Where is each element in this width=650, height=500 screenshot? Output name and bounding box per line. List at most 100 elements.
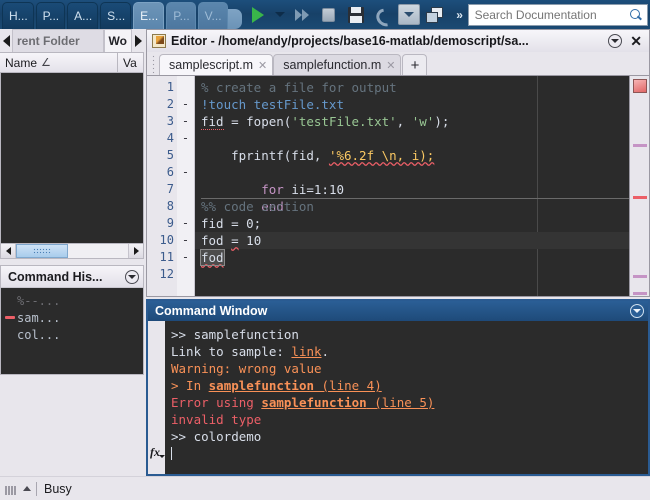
fx-icon[interactable]: fx — [150, 445, 165, 460]
workspace-column-name[interactable]: Name ∠ — [0, 53, 118, 72]
output-hyperlink[interactable]: samplefunction — [261, 395, 366, 410]
output-hyperlink[interactable]: (line 5) — [367, 395, 434, 410]
code-line[interactable]: fid = fopen('testFile.txt', 'w'); — [195, 113, 629, 130]
close-icon[interactable]: ✕ — [258, 59, 267, 72]
stop-icon[interactable] — [317, 3, 341, 27]
code-line[interactable]: fod — [195, 249, 629, 266]
layout-dropdown-icon[interactable] — [397, 4, 420, 25]
history-marker — [5, 316, 17, 319]
panel-tab-workspace[interactable]: Wo — [103, 29, 132, 52]
code-text-area[interactable]: % create a file for output !touch testFi… — [195, 76, 629, 296]
breakpoint-slot[interactable]: - — [177, 215, 194, 232]
scrollbar-track[interactable] — [16, 244, 128, 258]
panel-menu-icon[interactable] — [630, 304, 644, 318]
scroll-left-icon[interactable] — [0, 29, 12, 52]
analyzer-mark[interactable] — [633, 144, 647, 147]
code-token-comment: % create a file for output — [201, 80, 397, 95]
tab-strip-drag-handle[interactable] — [150, 54, 157, 75]
workspace-horizontal-scrollbar[interactable] — [0, 243, 144, 259]
undo-icon[interactable] — [371, 3, 395, 27]
breakpoint-slot[interactable] — [177, 79, 194, 96]
code-analyzer-status-icon[interactable] — [633, 79, 647, 93]
search-icon[interactable] — [629, 8, 643, 22]
code-line[interactable]: fod = 10 — [195, 232, 629, 249]
new-tab-button[interactable]: + — [402, 54, 428, 75]
scroll-right-icon[interactable] — [132, 29, 144, 52]
ribbon-tab-view[interactable]: V... — [197, 2, 228, 29]
editor-tab-samplescript[interactable]: samplescript.m ✕ — [159, 54, 274, 75]
breakpoint-slot[interactable]: - — [177, 249, 194, 266]
ribbon-tab-editor[interactable]: E... — [133, 2, 165, 29]
list-item[interactable]: %--... — [1, 292, 143, 309]
command-window-title-bar: Command Window — [148, 301, 648, 321]
code-line[interactable]: % create a file for output — [195, 79, 629, 96]
editor-tab-samplefunction[interactable]: samplefunction.m ✕ — [273, 54, 402, 75]
status-menu-icon[interactable] — [23, 486, 31, 491]
breakpoint-gutter[interactable]: - - - - - - - — [177, 76, 195, 296]
breakpoint-slot[interactable]: - — [177, 113, 194, 130]
ribbon-tab-publish[interactable]: P... — [166, 2, 196, 29]
output-hyperlink[interactable]: samplefunction — [209, 378, 314, 393]
code-line[interactable]: %% code section — [195, 198, 629, 215]
breakpoint-slot[interactable]: - — [177, 164, 194, 181]
code-line[interactable]: !touch testFile.txt — [195, 96, 629, 113]
search-documentation-field[interactable] — [467, 4, 648, 26]
scrollbar-right-arrow-icon[interactable] — [128, 244, 143, 258]
search-input[interactable] — [474, 8, 630, 22]
run-dropdown-icon[interactable] — [273, 3, 287, 27]
command-input-line[interactable] — [171, 445, 648, 462]
code-token-plain: = fopen( — [223, 114, 292, 129]
scrollbar-thumb[interactable] — [16, 244, 68, 258]
editor-menu-icon[interactable] — [608, 34, 623, 48]
code-line[interactable] — [195, 181, 629, 198]
analyzer-mark[interactable] — [633, 196, 647, 199]
command-window-body[interactable]: fx >> samplefunction Link to sample: lin… — [148, 321, 648, 474]
workspace-column-value[interactable]: Va — [118, 53, 144, 72]
code-line[interactable]: fid = 0; — [195, 215, 629, 232]
breakpoint-slot[interactable]: - — [177, 130, 194, 147]
panel-tab-current-folder[interactable]: rent Folder — [12, 29, 104, 52]
code-token-plain: , — [396, 114, 412, 129]
panel-menu-icon[interactable] — [125, 269, 139, 284]
code-line[interactable]: end — [195, 164, 629, 214]
resize-handle-icon[interactable] — [5, 483, 21, 495]
list-item[interactable]: sam... — [1, 309, 143, 326]
list-item[interactable]: col... — [1, 326, 143, 343]
toolbar-overflow-button[interactable]: » — [450, 3, 468, 27]
breakpoint-slot[interactable]: - — [177, 96, 194, 113]
ribbon-tab-overflow-nub[interactable] — [227, 9, 242, 29]
ribbon-tab-plots[interactable]: P... — [35, 2, 66, 29]
close-icon[interactable]: ✕ — [627, 34, 645, 48]
breakpoint-slot[interactable] — [177, 181, 194, 198]
breakpoint-slot[interactable]: - — [177, 232, 194, 249]
ribbon-tab-apps[interactable]: A... — [67, 2, 99, 29]
code-token-format-string: '%6.2f \n, i); — [328, 148, 435, 163]
line-number: 3 — [166, 114, 174, 128]
window-stack-icon[interactable] — [423, 3, 447, 27]
analyzer-mark[interactable] — [633, 292, 647, 295]
ribbon-tab-shortcuts-label: S... — [107, 9, 126, 23]
code-token-operator: = — [231, 233, 239, 248]
ribbon-tab-home[interactable]: H... — [2, 2, 34, 29]
workspace-table-body[interactable] — [0, 73, 144, 243]
code-line[interactable]: fprintf(fid, '%6.2f \n, i); — [195, 147, 629, 164]
step-icon[interactable] — [290, 3, 314, 27]
output-hyperlink[interactable]: link — [291, 344, 321, 359]
breakpoint-slot[interactable] — [177, 266, 194, 283]
ribbon-tab-shortcuts[interactable]: S... — [100, 2, 132, 29]
analyzer-mark[interactable] — [633, 275, 647, 278]
code-token-plain: fprintf(fid, — [201, 148, 329, 163]
editor-tab-strip: samplescript.m ✕ samplefunction.m ✕ + — [147, 52, 649, 75]
code-analyzer-gutter[interactable] — [629, 76, 649, 296]
close-icon[interactable]: ✕ — [386, 59, 395, 72]
output-hyperlink[interactable]: (line 4) — [314, 378, 382, 393]
scrollbar-left-arrow-icon[interactable] — [1, 244, 16, 258]
breakpoint-slot[interactable] — [177, 147, 194, 164]
code-line[interactable]: for ii=1:10 — [195, 130, 629, 197]
code-line[interactable] — [195, 266, 629, 283]
save-icon[interactable] — [344, 3, 368, 27]
run-icon[interactable] — [246, 3, 270, 27]
command-window-output[interactable]: >> samplefunction Link to sample: link. … — [165, 321, 648, 474]
command-history-list[interactable]: %--... sam... col... — [1, 288, 143, 374]
breakpoint-slot[interactable] — [177, 198, 194, 215]
